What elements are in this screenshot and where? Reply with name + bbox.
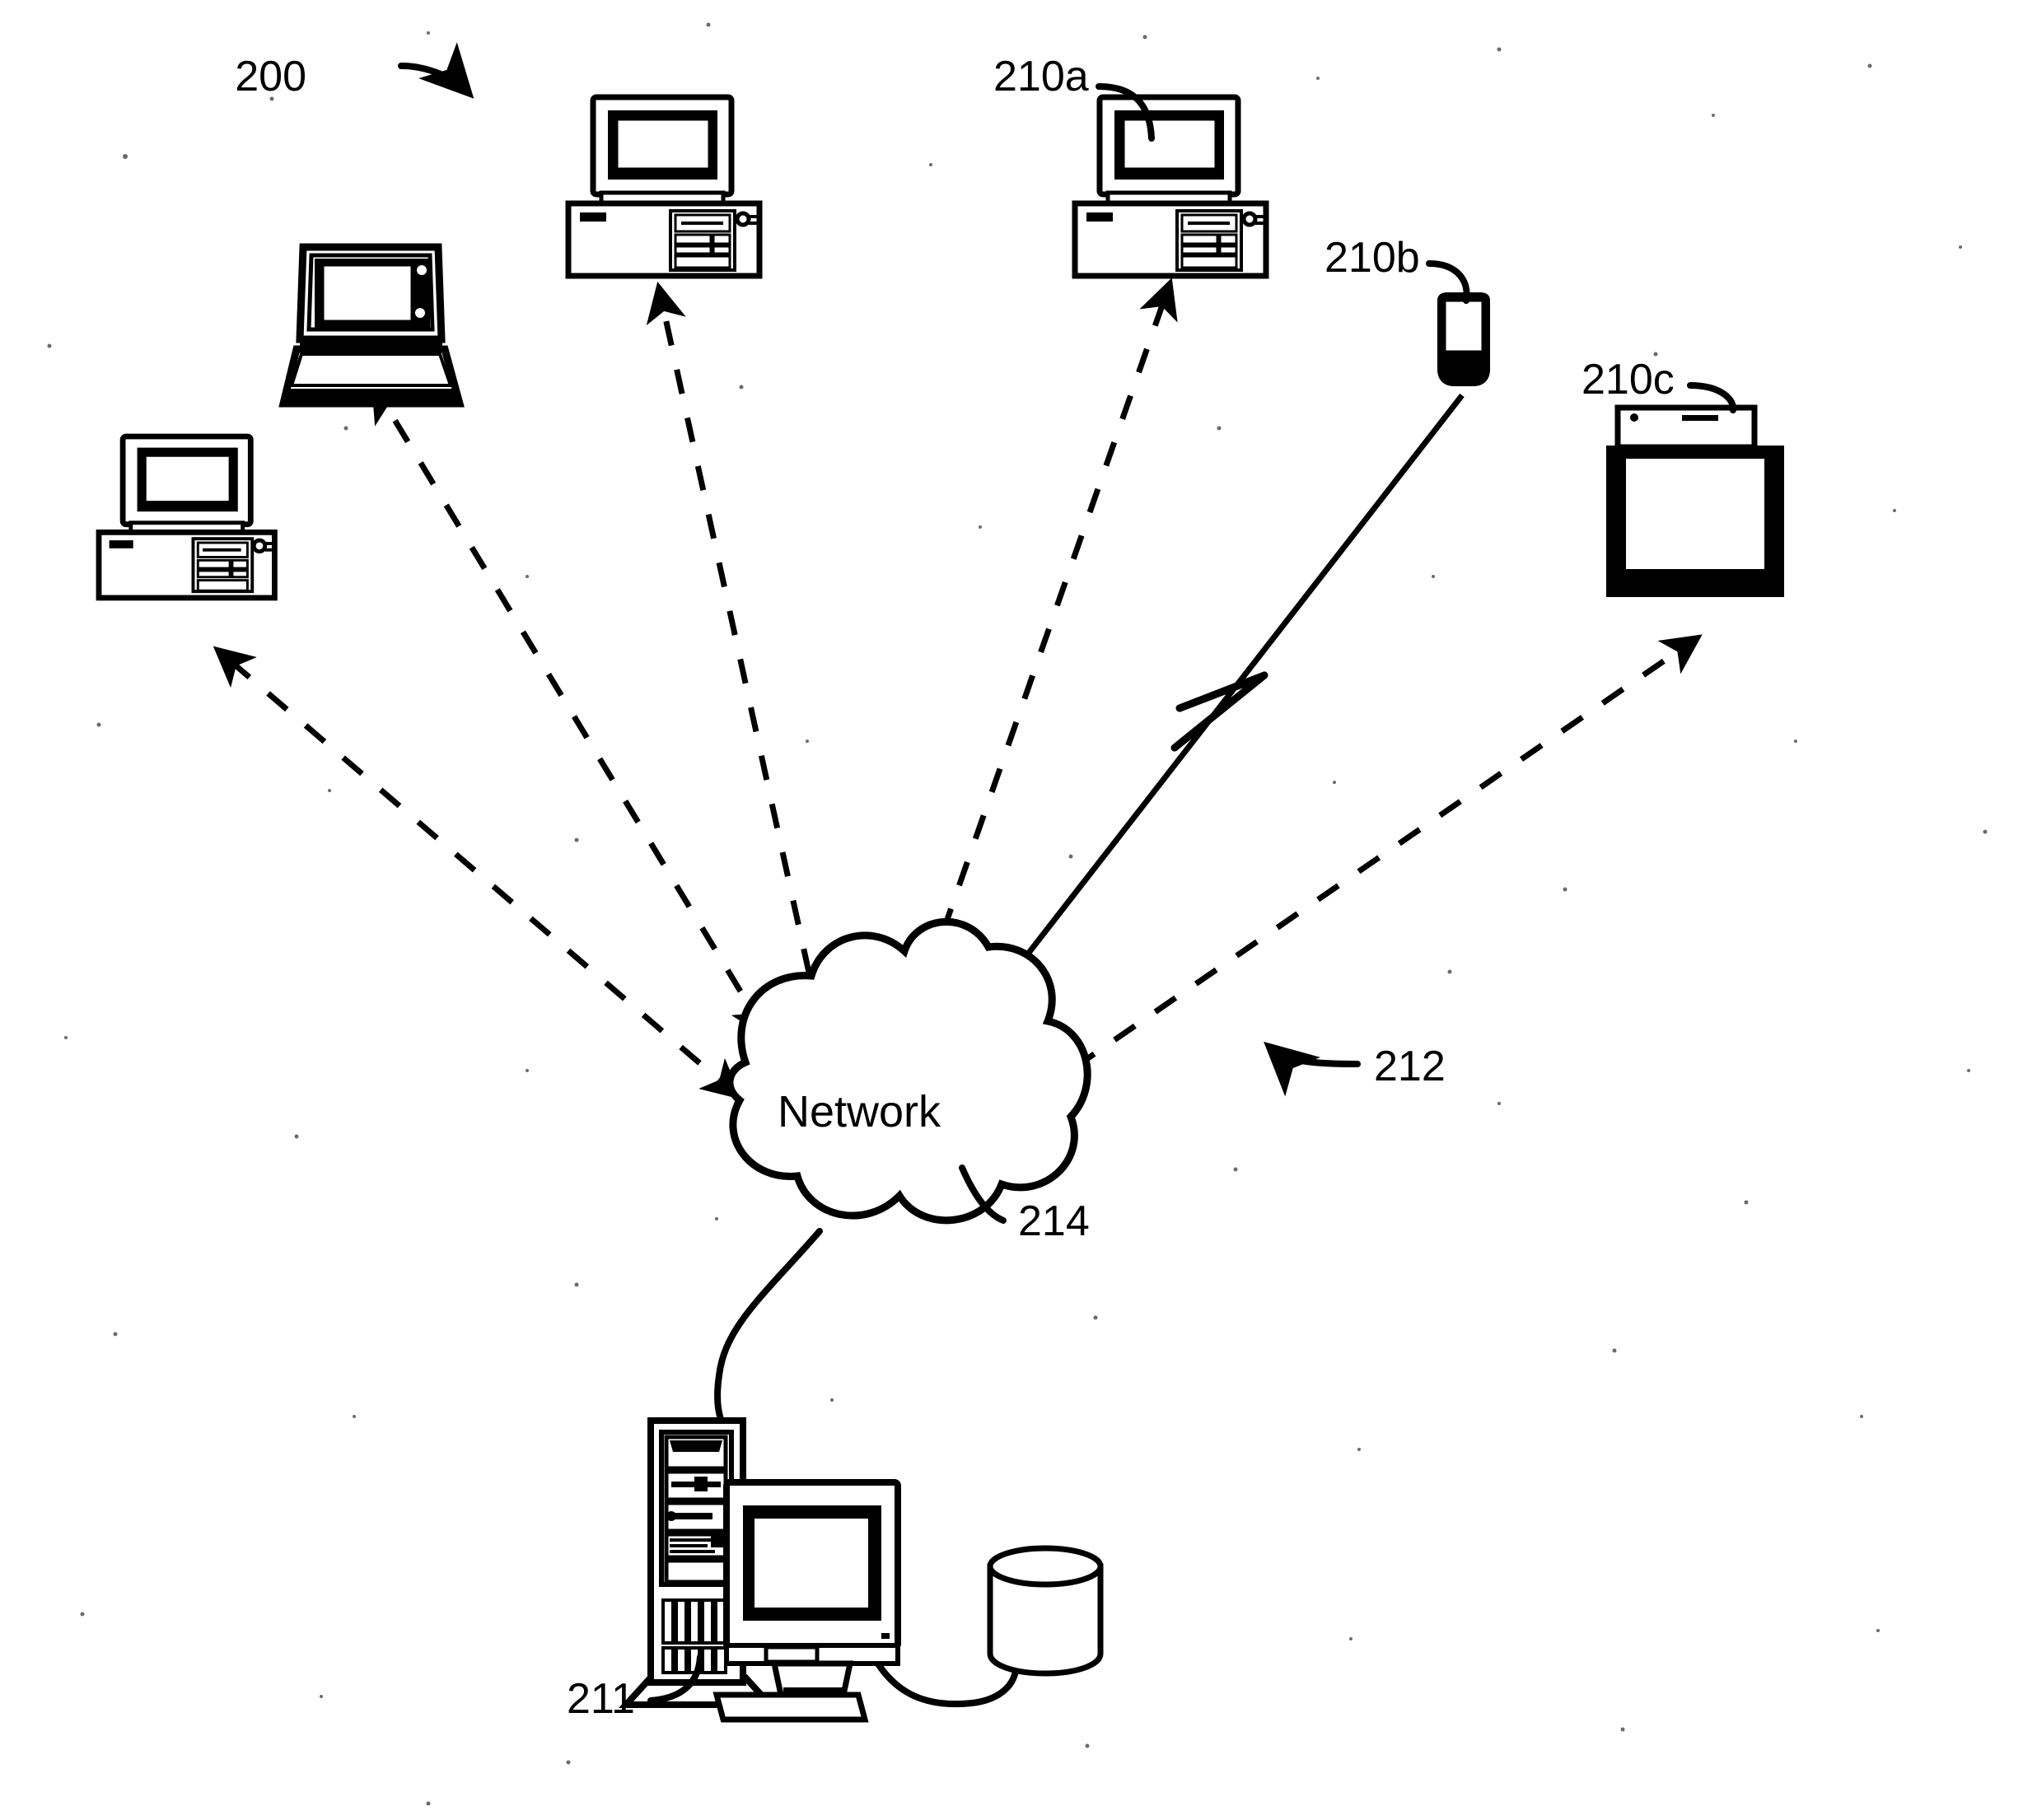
label-200-leader-arrow [398, 42, 474, 99]
label-200-text: 200 [235, 53, 306, 100]
monitor-screen [615, 118, 711, 170]
drive-slot-c [1180, 245, 1219, 255]
display-card-slot [1682, 415, 1718, 421]
link-network-to-desktop-210a [902, 278, 1178, 1032]
device-desktop-left[interactable] [96, 433, 278, 601]
device-mobile-210b[interactable] [1437, 292, 1490, 386]
database-top [987, 1545, 1104, 1588]
power-button-icon[interactable] [1241, 211, 1258, 227]
crt-power-led [881, 1633, 890, 1639]
server-bay-4-button[interactable] [711, 1536, 724, 1547]
reference-200: 200 [235, 42, 474, 100]
label-212-text: 212 [1374, 1043, 1446, 1090]
power-led-a [749, 215, 759, 218]
drive-slot-e [196, 579, 249, 592]
dashed-arrow-desktop-210a [902, 278, 1178, 1032]
link-network-to-server [714, 1228, 823, 1438]
drive-slot-c [196, 569, 231, 579]
device-laptop[interactable] [278, 243, 465, 408]
drive-slot-b [231, 558, 249, 570]
drive-slot-a [196, 558, 231, 570]
dashed-arrow-laptop [371, 381, 770, 1039]
display-screen [1626, 459, 1764, 569]
dashed-arrow-display-210c [987, 634, 1703, 1128]
power-button-icon[interactable] [251, 538, 268, 554]
device-display-210c[interactable] [1606, 404, 1784, 597]
laptop-screen [321, 264, 413, 323]
dashed-arrow-desktop-top [646, 282, 833, 1028]
crt-screen [751, 1515, 871, 1611]
device-desktop-top[interactable] [565, 94, 763, 279]
drive-slot-e [674, 254, 731, 269]
drive-slot-a [674, 233, 712, 245]
reference-212: 212 [1264, 1041, 1446, 1097]
monitor-screen [1122, 118, 1217, 170]
server-bay-optical-face [670, 1440, 722, 1452]
case-badge [109, 540, 133, 548]
drive-slot-d [712, 245, 731, 255]
laptop-indicator-b-icon [412, 305, 428, 321]
display-card-dot-icon [1630, 413, 1638, 422]
server-bay-4-line-c [670, 1550, 715, 1553]
monitor-screen [143, 454, 231, 503]
drive-slot-a [1180, 233, 1219, 245]
server-bay-5 [664, 1558, 728, 1584]
display-back-card [1614, 404, 1758, 450]
drive-slot-d [1218, 245, 1238, 255]
drive-slot-b [1218, 233, 1238, 245]
dashed-arrow-desktop-left [213, 646, 743, 1100]
drive-slot-e [1180, 254, 1238, 269]
mobile-screen [1445, 301, 1483, 352]
crt-controls [764, 1645, 820, 1664]
label-211-text: 211 [567, 1675, 635, 1723]
label-210b-text: 210b [1325, 234, 1420, 282]
server-keyboard[interactable] [712, 1692, 869, 1723]
label-212-leader-arrow [1264, 1041, 1361, 1097]
link-network-to-desktop-left [213, 646, 743, 1100]
drive-slot-c [674, 245, 712, 255]
server-bay-3-dot-icon [666, 1511, 676, 1521]
link-network-to-display-210c [987, 634, 1703, 1128]
power-button-icon[interactable] [735, 211, 751, 227]
network-diagram-canvas: Network 200 210a 210b 210c 211 212 214 [47, 22, 1988, 1806]
patent-figure-200: Network 200 210a 210b 210c 211 212 214 [0, 0, 2037, 1820]
network-label: Network [778, 1087, 941, 1136]
label-214-text: 214 [1018, 1197, 1090, 1245]
label-210a-text: 210a [993, 53, 1089, 100]
case-badge [1086, 212, 1113, 222]
label-210c-text: 210c [1581, 356, 1675, 404]
floppy-slot-line [1188, 222, 1230, 225]
server-vent-grille [661, 1598, 727, 1674]
power-led-b [1255, 222, 1265, 225]
link-network-to-mobile-210b-wireless [957, 393, 1465, 1044]
device-database-cylinder[interactable] [987, 1545, 1104, 1677]
server-bay-3-slot [671, 1513, 712, 1519]
laptop-indicator-icon [413, 262, 430, 278]
floppy-slot-line [203, 548, 241, 552]
server-uplink-cable [714, 1228, 823, 1438]
power-led-a [264, 542, 274, 545]
laptop-front-edge [284, 389, 458, 402]
drive-slot-d [231, 569, 249, 579]
network-cloud[interactable]: Network [726, 917, 1091, 1225]
reference-210b: 210b [1325, 234, 1470, 304]
server-bay-4-line-b [670, 1544, 708, 1547]
cloud-shape [726, 917, 1091, 1225]
power-led-b [749, 222, 759, 225]
device-desktop-210a[interactable] [1072, 94, 1269, 279]
server-bay-2-button[interactable] [694, 1477, 708, 1491]
reference-210c: 210c [1581, 356, 1737, 413]
laptop-keyboard-area [289, 352, 453, 387]
floppy-slot-line [681, 222, 723, 225]
power-led-b [264, 548, 274, 552]
drive-slot-b [712, 233, 731, 245]
link-network-to-laptop [371, 381, 770, 1039]
power-led-a [1255, 215, 1265, 218]
case-badge [580, 212, 606, 222]
lightning-zigzag-icon [1170, 671, 1268, 752]
link-network-to-desktop-top [646, 282, 833, 1028]
